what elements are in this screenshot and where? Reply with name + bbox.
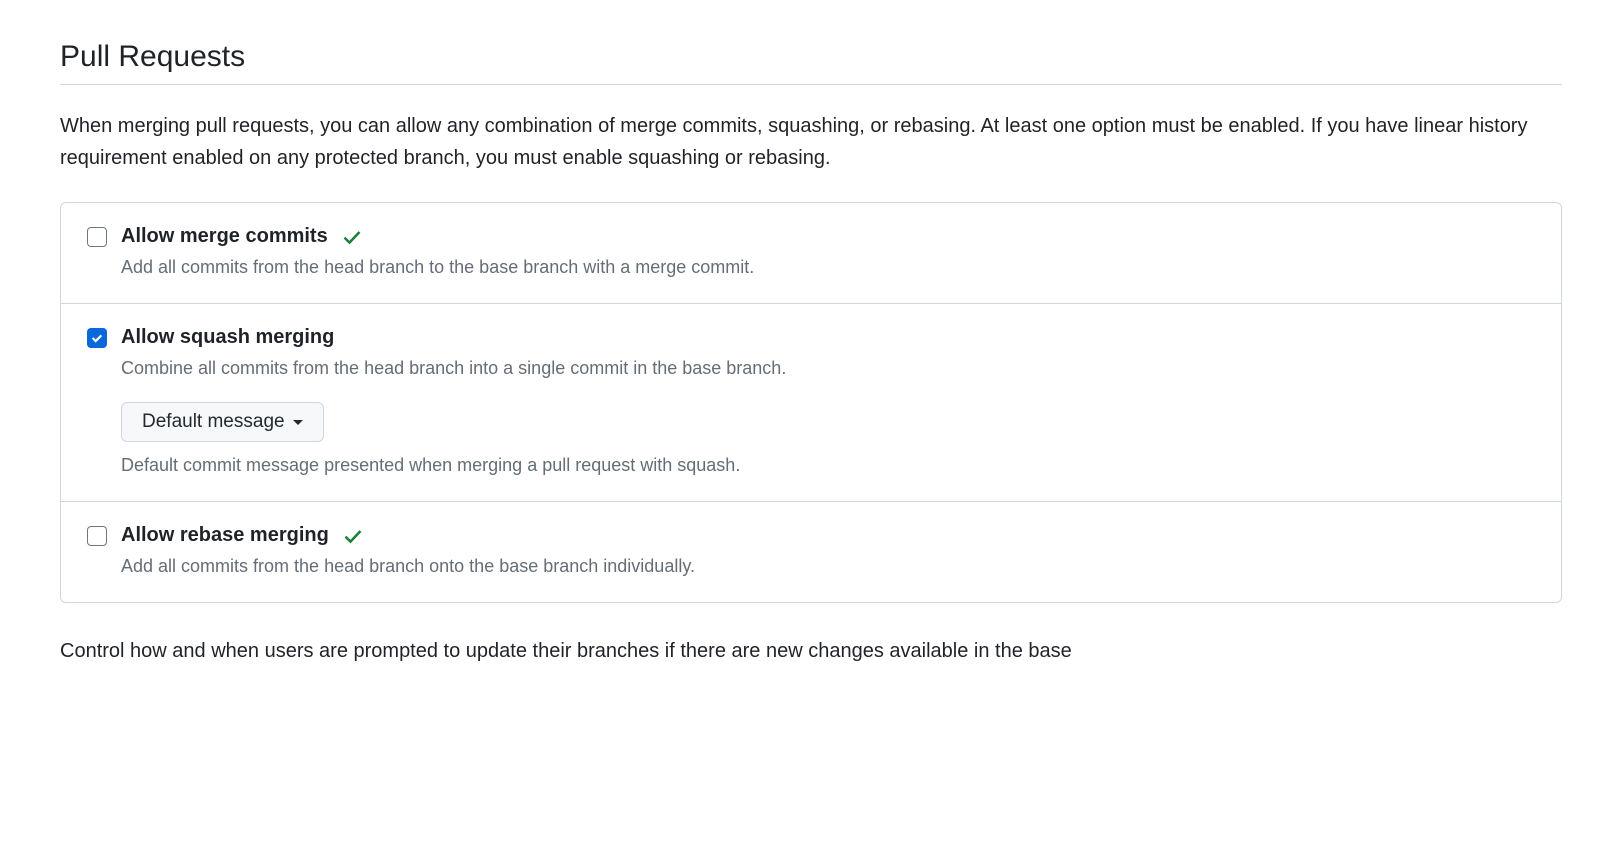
rebase-description: Add all commits from the head branch ont… [121, 553, 1535, 580]
section-title: Pull Requests [60, 40, 1562, 85]
squash-checkbox[interactable] [87, 328, 107, 348]
success-check-icon [343, 526, 363, 546]
rebase-label: Allow rebase merging [121, 524, 329, 547]
merge-commits-description: Add all commits from the head branch to … [121, 254, 1535, 281]
intro-text: When merging pull requests, you can allo… [60, 110, 1562, 174]
merge-commits-label: Allow merge commits [121, 225, 328, 248]
option-rebase-merging: Allow rebase merging Add all commits fro… [61, 502, 1561, 602]
option-squash-merging: Allow squash merging Combine all commits… [61, 304, 1561, 502]
checkmark-icon [90, 331, 104, 345]
success-check-icon [342, 227, 362, 247]
squash-sub-controls: Default message [121, 402, 1535, 442]
caret-down-icon [293, 420, 303, 425]
squash-label: Allow squash merging [121, 326, 334, 349]
footer-text: Control how and when users are prompted … [60, 635, 1562, 667]
option-header: Allow merge commits [87, 225, 1535, 248]
option-merge-commits: Allow merge commits Add all commits from… [61, 203, 1561, 304]
option-header: Allow squash merging [87, 326, 1535, 349]
merge-options-box: Allow merge commits Add all commits from… [60, 202, 1562, 603]
squash-default-message-dropdown[interactable]: Default message [121, 402, 324, 442]
merge-commits-checkbox[interactable] [87, 227, 107, 247]
squash-description: Combine all commits from the head branch… [121, 355, 1535, 382]
rebase-checkbox[interactable] [87, 526, 107, 546]
dropdown-label: Default message [142, 411, 285, 433]
squash-dropdown-description: Default commit message presented when me… [121, 452, 1535, 479]
option-header: Allow rebase merging [87, 524, 1535, 547]
